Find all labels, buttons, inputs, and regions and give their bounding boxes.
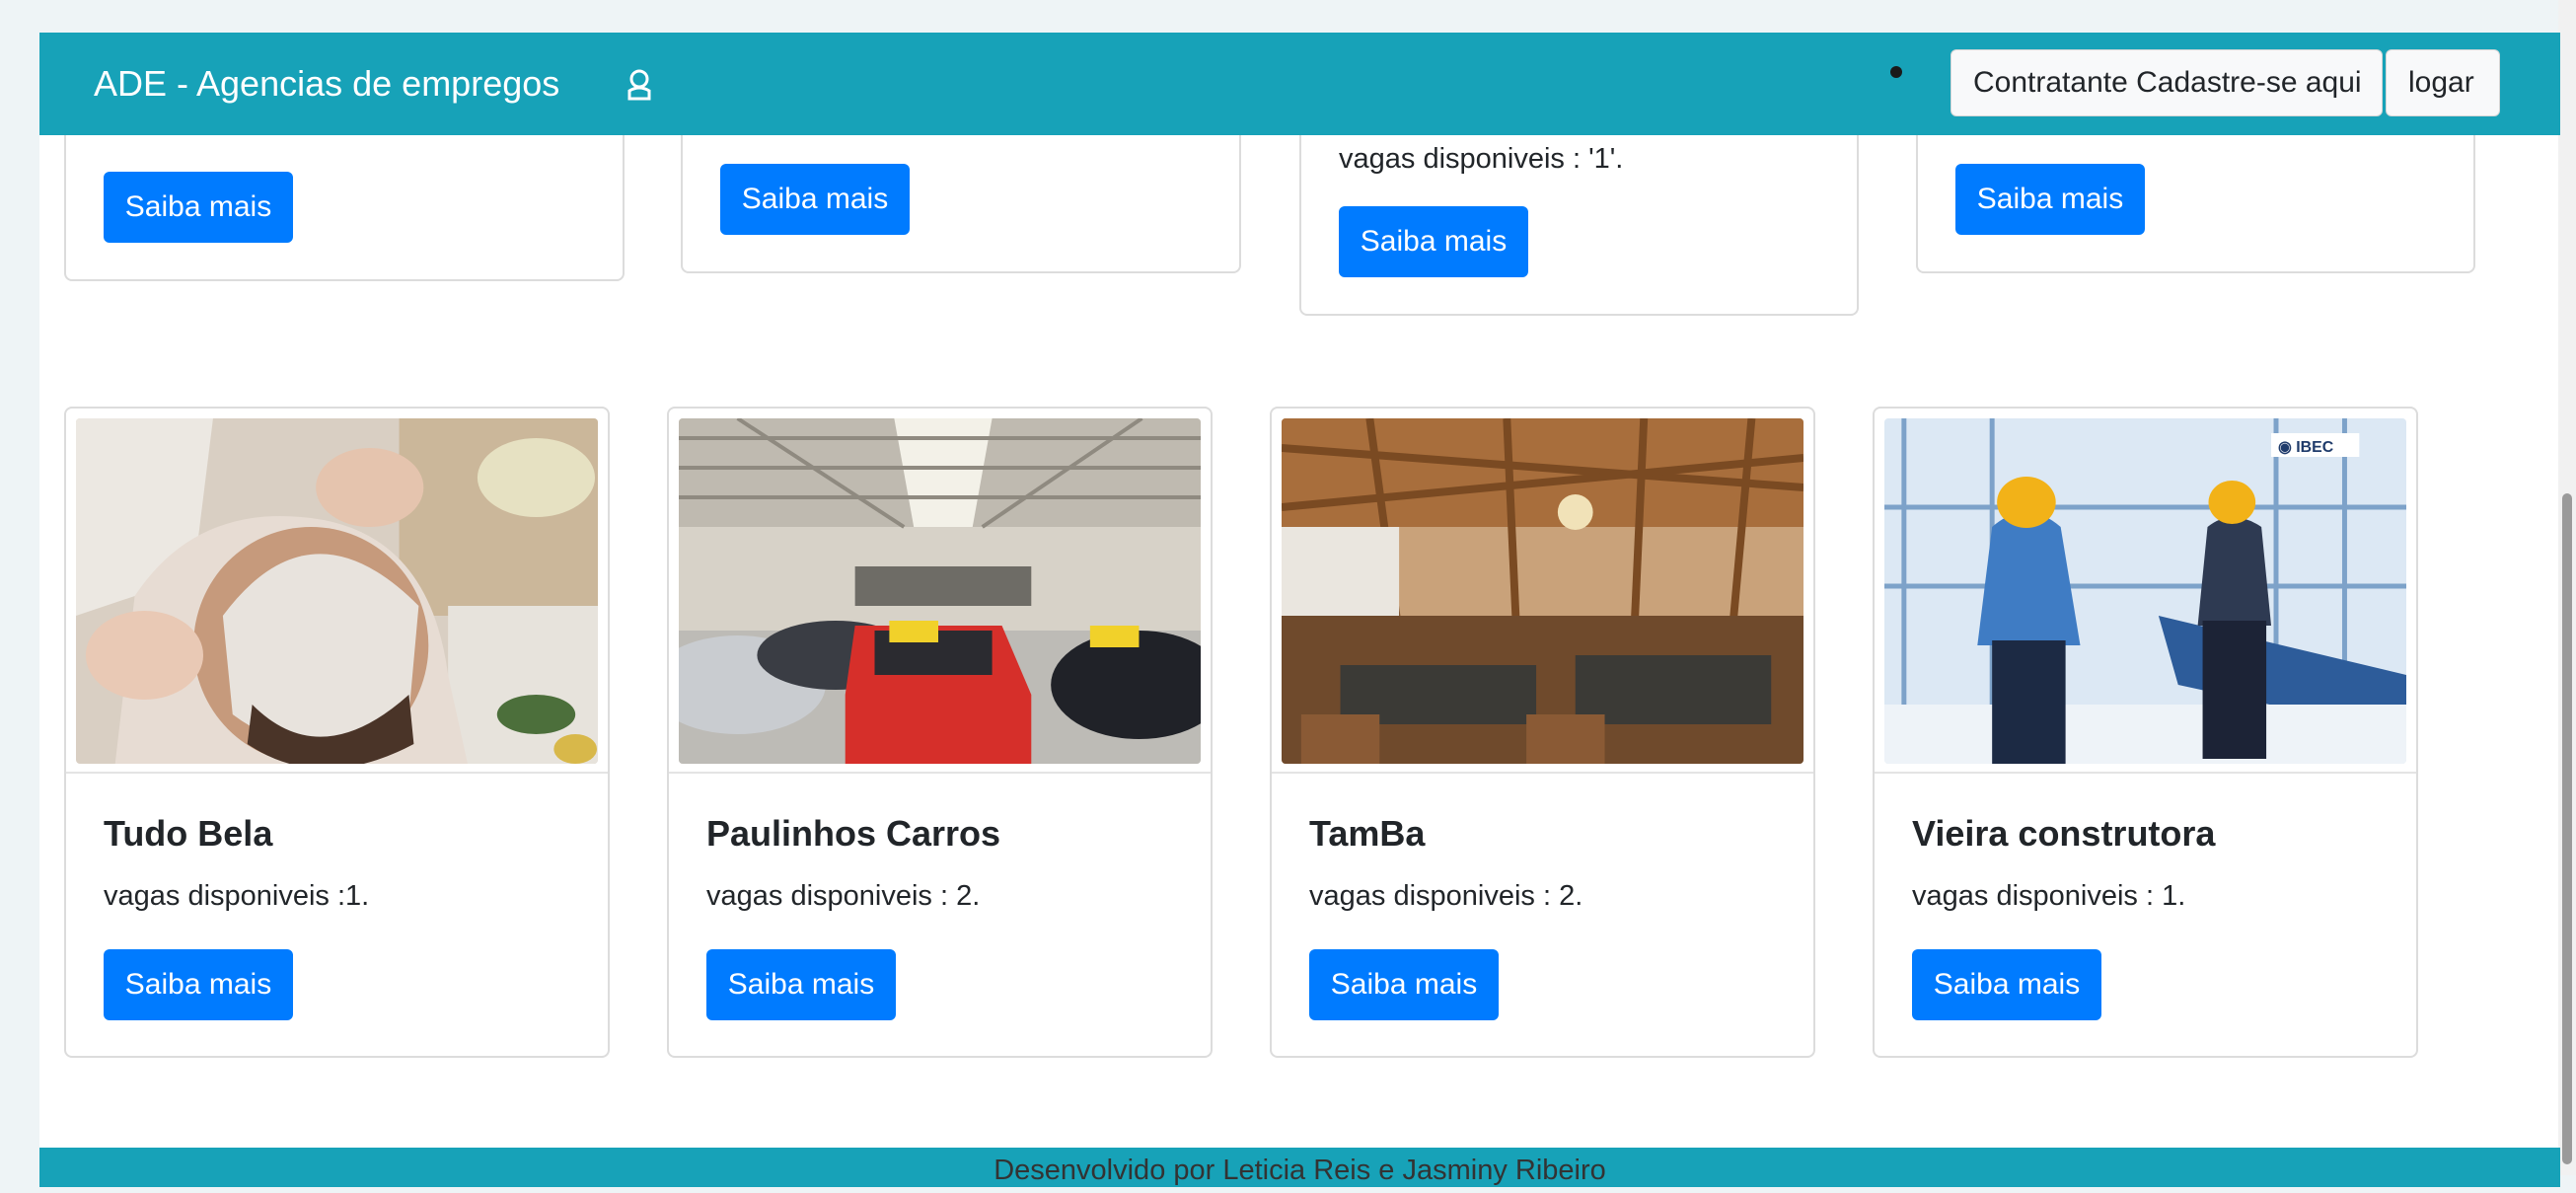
- brand-link[interactable]: ADE - Agencias de empregos: [94, 33, 559, 135]
- saiba-mais-button[interactable]: Saiba mais: [706, 949, 896, 1020]
- saiba-mais-button[interactable]: Saiba mais: [104, 172, 293, 243]
- vertical-scrollbar[interactable]: [2558, 0, 2576, 1175]
- user-badge-icon: [627, 69, 651, 101]
- construction-workers-image: ◉ IBEC: [1884, 418, 2406, 764]
- scrollbar-thumb[interactable]: [2562, 493, 2572, 1164]
- spa-facial-image: [76, 418, 598, 764]
- vagas-text: vagas disponiveis : '1'.: [1339, 143, 1624, 175]
- card-title: Tudo Bela: [104, 813, 273, 854]
- navbar: ADE - Agencias de empregos Contratante C…: [39, 33, 2560, 135]
- contratante-signup-button[interactable]: Contratante Cadastre-se aqui: [1950, 49, 2383, 116]
- card-divider: [669, 772, 1211, 774]
- saiba-mais-button[interactable]: Saiba mais: [1309, 949, 1499, 1020]
- ibec-logo: ◉ IBEC: [2278, 439, 2334, 456]
- footer: Desenvolvido por Leticia Reis e Jasminy …: [39, 1148, 2560, 1187]
- vagas-text: vagas disponiveis :1.: [104, 880, 370, 912]
- saiba-mais-button[interactable]: Saiba mais: [1912, 949, 2101, 1020]
- card-title: TamBa: [1309, 813, 1426, 854]
- restaurant-interior-image: [1282, 418, 1803, 764]
- card-divider: [66, 772, 608, 774]
- login-button[interactable]: logar: [2386, 49, 2500, 116]
- saiba-mais-button[interactable]: Saiba mais: [720, 164, 910, 235]
- saiba-mais-button[interactable]: Saiba mais: [1955, 164, 2145, 235]
- company-card-vieira-construtora: ◉ IBEC Vieira construtora vagas disponiv…: [1873, 407, 2418, 1058]
- saiba-mais-button[interactable]: Saiba mais: [1339, 206, 1528, 277]
- company-card-tudo-bela: Tudo Bela vagas disponiveis :1. Saiba ma…: [64, 407, 610, 1058]
- card-divider: [1875, 772, 2416, 774]
- vagas-text: vagas disponiveis : 2.: [706, 880, 981, 912]
- vagas-text: vagas disponiveis : 1.: [1912, 880, 2186, 912]
- card-title: Vieira construtora: [1912, 813, 2216, 854]
- top-card-3: vagas disponiveis : '1'. Saiba mais: [1299, 109, 1859, 316]
- saiba-mais-button[interactable]: Saiba mais: [104, 949, 293, 1020]
- card-divider: [1272, 772, 1813, 774]
- company-card-tamba: TamBa vagas disponiveis : 2. Saiba mais: [1270, 407, 1815, 1058]
- card-title: Paulinhos Carros: [706, 813, 1001, 854]
- vagas-text: vagas disponiveis : 2.: [1309, 880, 1583, 912]
- bullet-dot: [1890, 66, 1902, 78]
- footer-credits: Desenvolvido por Leticia Reis e Jasminy …: [994, 1155, 1606, 1186]
- company-card-paulinhos-carros: Paulinhos Carros vagas disponiveis : 2. …: [667, 407, 1213, 1058]
- car-showroom-image: [679, 418, 1201, 764]
